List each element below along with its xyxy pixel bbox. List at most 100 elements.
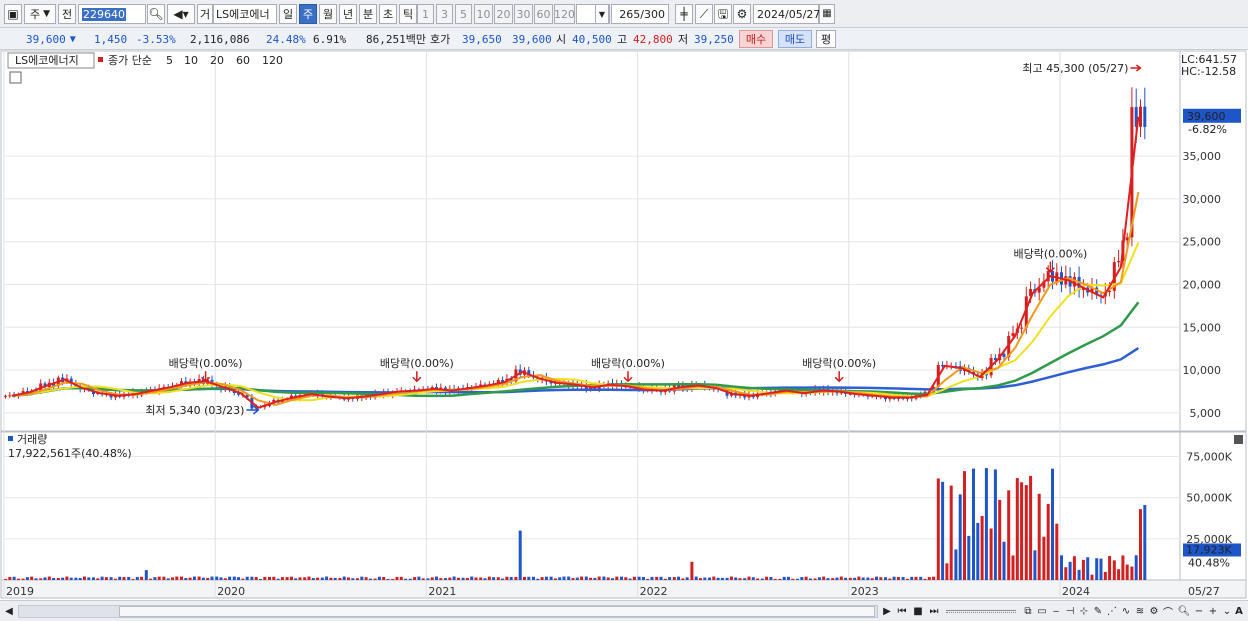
volume-bar — [690, 561, 694, 580]
prev-button[interactable]: 전 — [58, 4, 76, 24]
window-menu-icon[interactable]: ▣ — [4, 4, 22, 24]
stock-chart[interactable]: 5,000 10,000 15,000 20,000 25,000 30,000 35,00… — [0, 50, 1248, 600]
tool-minus-button[interactable]: ‒ — [1050, 604, 1062, 619]
line-tool-button[interactable]: ⟋ — [695, 4, 713, 24]
tab-minute[interactable]: 분 — [359, 4, 377, 24]
volume-bar — [941, 481, 945, 580]
candle-type-button[interactable]: ╪ — [675, 4, 693, 24]
volume-bar — [162, 576, 166, 580]
volume-bar — [580, 576, 584, 580]
chart-scroll-bar: ◀ ▶ ⏮ ■ ⏭ ⧉ ▭ ‒ ⊣ ⊹ ✎ ⋰ ∿ ≋ ⚙ ⌒ 🔍︎ − + ⌄… — [0, 600, 1248, 621]
tab-month[interactable]: 월 — [319, 4, 337, 24]
volume-bar — [954, 549, 958, 580]
volume-bar — [1046, 503, 1050, 580]
zoom-slider[interactable] — [946, 610, 1016, 613]
tool-arc-button[interactable]: ⌒ — [1162, 604, 1174, 619]
tool-window-button[interactable]: ▭ — [1036, 604, 1048, 619]
tool-crosshair-button[interactable]: ⊹ — [1078, 604, 1090, 619]
save-button[interactable]: 🖫 — [714, 4, 732, 24]
volume-bar — [175, 576, 179, 580]
volume-bar — [421, 578, 425, 580]
period-dropdown[interactable]: 주 ▼ — [24, 4, 56, 24]
zoom-in-button[interactable]: + — [1207, 604, 1219, 619]
tool-draw-button[interactable]: ✎ — [1092, 604, 1104, 619]
volume-bar — [892, 576, 896, 580]
step-back-button[interactable]: ⏮ — [895, 604, 909, 619]
interval-30[interactable]: 30 — [514, 4, 533, 24]
volume-bar — [659, 576, 663, 580]
volume-bar — [866, 577, 870, 580]
sound-button[interactable]: ◀▾ — [167, 4, 195, 24]
volume-bar — [919, 576, 923, 580]
tool-fib-button[interactable]: ≋ — [1134, 604, 1146, 619]
interval-3[interactable]: 3 — [436, 4, 453, 24]
interval-1[interactable]: 1 — [417, 4, 434, 24]
volume-bar — [703, 577, 707, 580]
settings-button[interactable]: ⚙ — [733, 4, 751, 24]
calendar-button[interactable]: ▦ — [819, 4, 835, 24]
volume-bar — [435, 576, 438, 580]
custom-interval-dropdown[interactable]: ▼ — [595, 4, 609, 24]
auto-scale-button[interactable]: A — [1233, 604, 1245, 619]
volume-bar — [417, 576, 421, 580]
volume-bar — [373, 578, 377, 580]
tab-week[interactable]: 주 — [299, 4, 317, 24]
bar-count-field[interactable]: 265/300 — [611, 4, 669, 24]
interval-60[interactable]: 60 — [534, 4, 553, 24]
volume-bar — [74, 577, 78, 580]
tab-day[interactable]: 일 — [279, 4, 297, 24]
volume-bar — [905, 578, 909, 580]
volume-bar — [452, 576, 456, 580]
scroll-left-button[interactable]: ◀ — [2, 604, 16, 619]
current-price: 39,600 ▼ — [26, 28, 76, 50]
interval-10[interactable]: 10 — [474, 4, 493, 24]
step-forward-button[interactable]: ⏭ — [927, 604, 941, 619]
tab-second[interactable]: 초 — [379, 4, 397, 24]
legend-ma-60: 60 — [236, 54, 250, 67]
price-change-pct: -3.53% — [136, 32, 176, 46]
interval-120[interactable]: 120 — [554, 4, 575, 24]
scrollbar-thumb[interactable] — [119, 606, 875, 617]
date-input[interactable]: 2024/05/27 — [753, 4, 820, 24]
volume-bar — [963, 471, 966, 580]
volume-bar — [100, 576, 104, 580]
search-button[interactable]: 🔍︎ — [147, 4, 165, 24]
volume-bar — [751, 577, 755, 580]
sell-button[interactable]: 매도 — [778, 30, 812, 48]
volume-bar — [646, 578, 650, 580]
volume-bar — [769, 577, 773, 580]
volume-bar — [540, 577, 544, 580]
volume-bar — [914, 576, 918, 580]
eval-button[interactable]: 평 — [816, 30, 836, 48]
trade-button[interactable]: 거 — [197, 4, 213, 24]
scroll-right-button[interactable]: ▶ — [880, 604, 894, 619]
tool-wave-button[interactable]: ∿ — [1120, 604, 1132, 619]
dropdown-button[interactable]: ⌄ — [1221, 604, 1233, 619]
volume-bar — [307, 576, 311, 580]
tool-gear-button[interactable]: ⚙ — [1148, 604, 1160, 619]
tool-trend-button[interactable]: ⋰ — [1106, 604, 1118, 619]
stock-code-input[interactable]: 229640 — [78, 4, 146, 24]
stop-button[interactable]: ■ — [911, 604, 925, 619]
price-tick-label: 25,000 — [1183, 236, 1222, 249]
zoom-out-button[interactable]: − — [1193, 604, 1205, 619]
zoom-search-button[interactable]: 🔍︎ — [1177, 604, 1191, 619]
tool-split-button[interactable]: ⊣ — [1064, 604, 1076, 619]
volume-bar — [857, 576, 861, 580]
volume-bar — [254, 576, 258, 580]
interval-20[interactable]: 20 — [494, 4, 513, 24]
tool-copy-button[interactable]: ⧉ — [1022, 604, 1034, 619]
interval-5[interactable]: 5 — [455, 4, 472, 24]
volume-bar — [377, 576, 381, 580]
volume-bar — [615, 576, 619, 580]
tab-year[interactable]: 년 — [339, 4, 357, 24]
volume-bar — [184, 578, 188, 580]
gear-icon: ⚙ — [736, 7, 748, 21]
high-price: 42,800 — [633, 32, 673, 46]
buy-button[interactable]: 매수 — [739, 30, 773, 48]
scrollbar-track[interactable] — [18, 605, 878, 618]
volume-bar — [708, 577, 711, 580]
bid-price: 39,600 — [512, 32, 552, 46]
tab-tick[interactable]: 틱 — [399, 4, 417, 24]
candle-body — [1143, 106, 1147, 127]
